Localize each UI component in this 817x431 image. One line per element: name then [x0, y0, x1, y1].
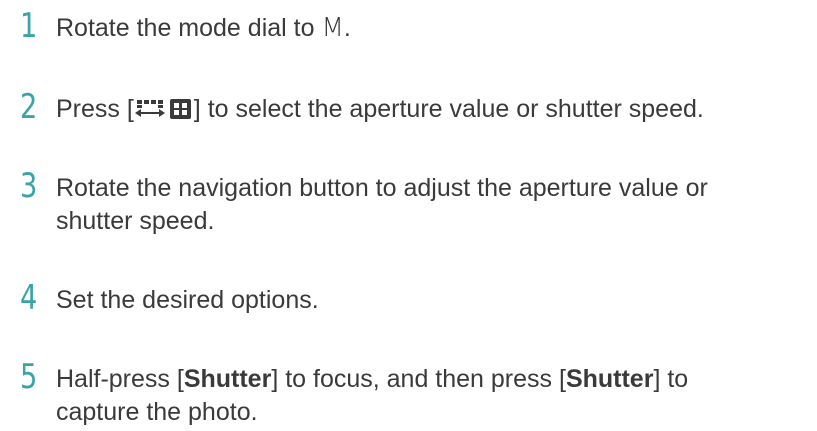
step-3: 3 Rotate the navigation button to adjust…	[20, 166, 810, 238]
aperture-shutter-key-icon	[134, 96, 194, 129]
step-text: Rotate the navigation button to adjust t…	[56, 174, 708, 235]
mode-m-symbol: M	[321, 13, 344, 43]
steps-list: 1 Rotate the mode dial to M. 2 Press []…	[0, 0, 817, 431]
step-text: Set the desired options.	[56, 286, 319, 314]
step-1: 1 Rotate the mode dial to M.	[20, 6, 810, 46]
step-text: Half-press [Shutter] to focus, and then …	[56, 365, 689, 426]
step-4: 4 Set the desired options.	[20, 278, 810, 318]
step-text: Press [ ] to select the aperture value o…	[56, 93, 704, 129]
step-5: 5 Half-press [Shutter] to focus, and the…	[20, 357, 810, 429]
step-number: 3	[20, 166, 38, 206]
shutter-key-label: Shutter	[183, 365, 272, 393]
step-text: Rotate the mode dial to M.	[56, 13, 351, 43]
step-number: 1	[20, 6, 38, 46]
shutter-key-label: Shutter	[565, 365, 654, 393]
step-number: 5	[20, 357, 38, 397]
step-number: 4	[20, 278, 38, 318]
step-number: 2	[20, 87, 38, 127]
step-2: 2 Press [ ] to select the aperture value…	[20, 87, 810, 129]
